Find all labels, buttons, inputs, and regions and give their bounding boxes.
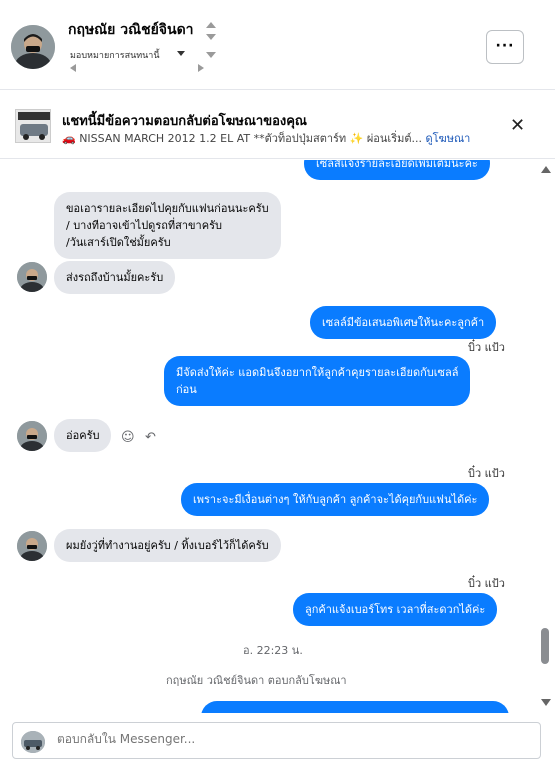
incoming-message: ส่งรถถึงบ้านมั้ยคะรับ xyxy=(54,261,176,294)
scroll-down-icon[interactable] xyxy=(541,699,551,707)
message-composer[interactable] xyxy=(12,722,541,759)
more-options-button[interactable]: ··· xyxy=(486,30,524,64)
incoming-message: ผมยังวู่ที่ทำงานอยู่ครับ / ทิ้งเบอร์ไว้ก… xyxy=(54,529,281,562)
sender-name: บิ๋ว แป้ว xyxy=(468,341,505,354)
outgoing-message: มีจัดส่งให้ค่ะ แอดมินจึงอยากให้ลูกค้าคุย… xyxy=(164,356,471,406)
view-ad-link[interactable]: ดูโฆษณา xyxy=(426,132,471,145)
avatar[interactable] xyxy=(17,421,47,451)
contact-name[interactable]: กฤษณัย วณิชย์จินดา xyxy=(68,19,194,41)
incoming-message: ขอเอารายละเอียดไปคุยกับแฟนก่อนนะครับ / บ… xyxy=(54,192,281,259)
chevron-down-icon[interactable] xyxy=(177,51,185,56)
ad-reply-notice: กฤษณัย วณิชย์จินดา ตอบกลับโฆษณา xyxy=(166,674,347,687)
message-line: /วันเสาร์เปิดใช่มั้ยครับ xyxy=(66,236,171,249)
page-avatar xyxy=(21,731,45,753)
message-line: มีจัดส่งให้ค่ะ แอดมินจึงอยากให้ลูกค้าคุย… xyxy=(176,366,459,379)
ad-description-text: 🚗 NISSAN MARCH 2012 1.2 EL AT **ตัวท็อปป… xyxy=(62,132,422,145)
outgoing-message: ลูกค้าแจ้งเบอร์โทร เวลาที่สะดวกได้ค่ะ xyxy=(293,593,498,626)
name-scroll-arrows-icon[interactable] xyxy=(205,22,217,60)
outgoing-message: เซลส์แจ้งรายละเอียดเพิ่มเติมนะคะ xyxy=(304,160,490,180)
message-line: ก่อน xyxy=(176,383,197,396)
message-line: ขอเอารายละเอียดไปคุยกับแฟนก่อนนะครับ xyxy=(66,202,269,215)
ad-banner-title: แชทนี้มีข้อความตอบกลับต่อโฆษณาของคุณ xyxy=(62,114,307,129)
assign-conversation-label[interactable]: มอบหมายการสนทนานี้ xyxy=(70,48,160,62)
ad-banner-description: 🚗 NISSAN MARCH 2012 1.2 EL AT **ตัวท็อปป… xyxy=(62,129,470,147)
message-timestamp: อ. 22:23 น. xyxy=(243,644,303,657)
message-thread[interactable]: เซลส์แจ้งรายละเอียดเพิ่มเติมนะคะ ขอเอารา… xyxy=(0,160,538,713)
reply-input[interactable] xyxy=(57,732,527,746)
conversation-header: กฤษณัย วณิชย์จินดา มอบหมายการสนทนานี้ ··… xyxy=(0,0,555,90)
scroll-up-icon[interactable] xyxy=(541,166,551,174)
reaction-emoji-icon[interactable]: ☺ xyxy=(121,430,135,445)
reply-arrow-icon[interactable]: ↶ xyxy=(145,430,156,445)
ad-thumbnail xyxy=(15,109,51,143)
avatar[interactable] xyxy=(17,531,47,561)
ad-reply-banner: แชทนี้มีข้อความตอบกลับต่อโฆษณาของคุณ 🚗 N… xyxy=(0,91,555,159)
outgoing-message: เพราะจะมีเงื่อนต่างๆ ให้กับลูกค้า ลูกค้า… xyxy=(181,483,490,516)
scroll-thumb[interactable] xyxy=(541,628,549,664)
outgoing-message-partial xyxy=(201,701,509,713)
outgoing-message: เซลล์มีข้อเสนอพิเศษให้นะคะลูกค้า xyxy=(310,306,497,339)
subtitle-scroll-arrows-icon[interactable] xyxy=(70,63,210,73)
sender-name: บิ๋ว แป้ว xyxy=(468,467,505,480)
contact-avatar[interactable] xyxy=(11,25,55,69)
sender-name: บิ๋ว แป้ว xyxy=(468,577,505,590)
avatar[interactable] xyxy=(17,262,47,292)
close-icon[interactable]: ✕ xyxy=(510,117,525,135)
message-line: / บางทีอาจเข้าไปดูรถที่สาขาครับ xyxy=(66,219,222,232)
incoming-message: อ่อครับ xyxy=(54,419,112,452)
